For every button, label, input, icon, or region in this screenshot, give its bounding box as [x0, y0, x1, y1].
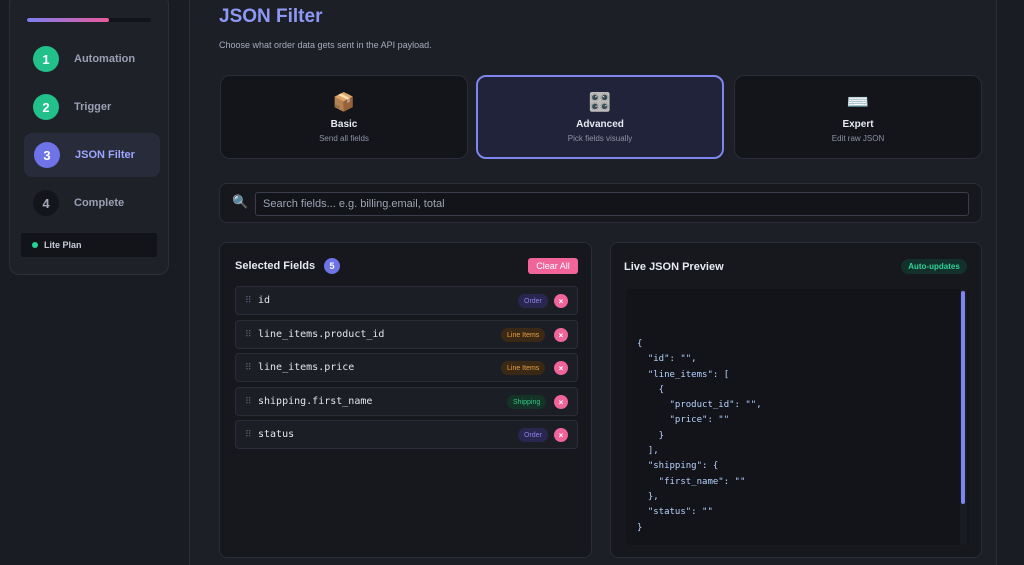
step-number: 4 — [33, 190, 59, 216]
step-label: Trigger — [74, 101, 112, 113]
mode-card-expert[interactable]: ⌨️ Expert Edit raw JSON — [734, 75, 982, 159]
field-tag: Shipping — [507, 395, 547, 409]
remove-field-button[interactable]: × — [554, 395, 568, 409]
step-automation[interactable]: 1 Automation — [24, 37, 160, 81]
step-json-filter[interactable]: 3 JSON Filter — [24, 133, 160, 177]
field-name: id — [258, 295, 271, 306]
drag-handle-icon[interactable]: ⠿ — [245, 362, 252, 373]
search-bar: 🔍 — [219, 183, 982, 223]
field-name: line_items.product_id — [258, 329, 385, 340]
step-number: 1 — [33, 46, 59, 72]
field-tag: Line Items — [501, 328, 546, 342]
field-row-shipping-first-name[interactable]: ⠿ shipping.first_name Shipping × — [235, 387, 578, 416]
remove-field-button[interactable]: × — [554, 361, 568, 375]
page-subtitle: Choose what order data gets sent in the … — [219, 40, 432, 50]
step-trigger[interactable]: 2 Trigger — [24, 85, 160, 129]
field-name: line_items.price — [258, 362, 355, 373]
json-code-block[interactable]: { "id": "", "line_items": [ { "product_i… — [626, 289, 969, 545]
code-scrollbar[interactable] — [960, 289, 967, 545]
mode-description: Send all fields — [319, 133, 369, 143]
clear-all-button[interactable]: Clear All — [528, 258, 578, 274]
remove-field-button[interactable]: × — [554, 294, 568, 308]
step-label: JSON Filter — [75, 149, 135, 161]
wizard-progress-bar — [27, 18, 151, 22]
selected-fields-title: Selected Fields — [235, 260, 316, 272]
mode-title: Basic — [330, 118, 358, 130]
field-row-id[interactable]: ⠿ id Order × — [235, 286, 578, 315]
drag-handle-icon[interactable]: ⠿ — [245, 329, 252, 340]
plan-badge: Lite Plan — [21, 233, 157, 257]
json-preview-title: Live JSON Preview — [624, 261, 724, 273]
control-knobs-icon: 🎛️ — [588, 91, 612, 112]
step-number: 3 — [34, 142, 60, 168]
field-name: shipping.first_name — [258, 396, 373, 407]
selected-fields-panel: Selected Fields 5 Clear All ⠿ id Order ×… — [219, 242, 592, 558]
mode-title: Expert — [842, 118, 874, 130]
step-complete[interactable]: 4 Complete — [24, 181, 160, 225]
drag-handle-icon[interactable]: ⠿ — [245, 429, 252, 440]
mode-description: Pick fields visually — [567, 133, 633, 143]
step-label: Complete — [74, 197, 125, 209]
plan-label: Lite Plan — [44, 240, 82, 250]
wizard-progress-fill — [27, 18, 109, 22]
search-icon: 🔍 — [232, 194, 249, 209]
drag-handle-icon[interactable]: ⠿ — [245, 295, 252, 306]
json-preview-panel: Live JSON Preview Auto-updates { "id": "… — [610, 242, 982, 558]
auto-updates-badge: Auto-updates — [901, 259, 967, 274]
json-code-text: { "id": "", "line_items": [ { "product_i… — [637, 339, 762, 533]
wizard-sidebar: 1 Automation 2 Trigger 3 JSON Filter 4 C… — [9, 0, 169, 275]
drag-handle-icon[interactable]: ⠿ — [245, 396, 252, 407]
mode-card-basic[interactable]: 📦 Basic Send all fields — [220, 75, 468, 159]
field-row-line-items-price[interactable]: ⠿ line_items.price Line Items × — [235, 353, 578, 382]
mode-description: Edit raw JSON — [831, 133, 885, 143]
scrollbar-thumb[interactable] — [961, 291, 965, 504]
field-tag: Line Items — [501, 361, 546, 375]
search-input[interactable] — [255, 192, 969, 216]
selected-count-badge: 5 — [324, 258, 340, 274]
page-title: JSON Filter — [219, 6, 323, 27]
mode-title: Advanced — [576, 118, 624, 130]
field-tag: Order — [518, 428, 548, 442]
step-number: 2 — [33, 94, 59, 120]
remove-field-button[interactable]: × — [554, 428, 568, 442]
field-name: status — [258, 429, 295, 440]
field-tag: Order — [518, 294, 548, 308]
field-row-line-items-product-id[interactable]: ⠿ line_items.product_id Line Items × — [235, 320, 578, 349]
step-label: Automation — [74, 53, 136, 65]
field-row-status[interactable]: ⠿ status Order × — [235, 420, 578, 449]
keyboard-icon: ⌨️ — [846, 91, 870, 112]
status-dot-icon — [32, 242, 38, 248]
remove-field-button[interactable]: × — [554, 328, 568, 342]
mode-card-advanced[interactable]: 🎛️ Advanced Pick fields visually — [476, 75, 724, 159]
package-icon: 📦 — [332, 91, 356, 112]
